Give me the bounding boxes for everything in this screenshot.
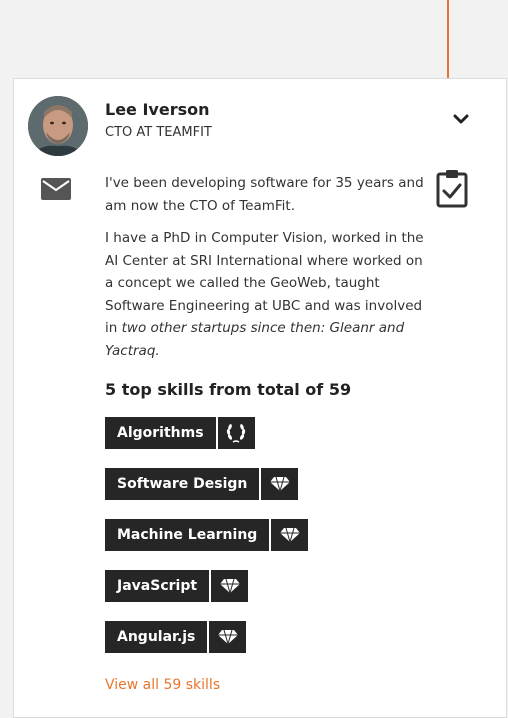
skill-label[interactable]: Algorithms: [105, 417, 216, 449]
bio-paragraph-1: I've been developing software for 35 yea…: [105, 175, 424, 214]
skill-label[interactable]: Software Design: [105, 468, 260, 500]
bio-paragraph-2: I have a PhD in Computer Vision, worked …: [105, 227, 425, 362]
skill-label[interactable]: Machine Learning: [105, 519, 270, 551]
diamond-icon: [261, 468, 299, 500]
clipboard-check-icon[interactable]: [434, 168, 470, 208]
diamond-icon: [211, 570, 249, 602]
skills-summary: 5 top skills from total of 59: [105, 380, 352, 399]
bio-paragraph-2-italic: two other startups since then: Gleanr an…: [105, 320, 405, 359]
skill-item[interactable]: Algorithms: [105, 417, 308, 449]
profile-role: CTO AT TEAMFIT: [105, 125, 212, 140]
diamond-icon: [209, 621, 247, 653]
skill-label[interactable]: Angular.js: [105, 621, 208, 653]
skills-list: Algorithms Software Design Machine Learn…: [105, 417, 309, 672]
skill-item[interactable]: JavaScript: [105, 570, 308, 602]
skill-item[interactable]: Software Design: [105, 468, 308, 500]
profile-card: Lee Iverson CTO AT TEAMFIT I've been dev…: [13, 78, 507, 718]
chevron-down-icon[interactable]: [452, 111, 470, 125]
avatar[interactable]: [28, 96, 88, 156]
diamond-icon: [271, 519, 309, 551]
skill-item[interactable]: Angular.js: [105, 621, 308, 653]
mail-icon[interactable]: [41, 178, 71, 200]
profile-name: Lee Iverson: [105, 100, 210, 119]
laurel-wreath-icon: [217, 417, 255, 449]
bio-text: I've been developing software for 35 yea…: [105, 172, 425, 372]
skill-item[interactable]: Machine Learning: [105, 519, 309, 551]
orange-connector-line: [447, 0, 449, 79]
view-all-skills-link[interactable]: View all 59 skills: [105, 677, 220, 693]
skill-label[interactable]: JavaScript: [105, 570, 210, 602]
